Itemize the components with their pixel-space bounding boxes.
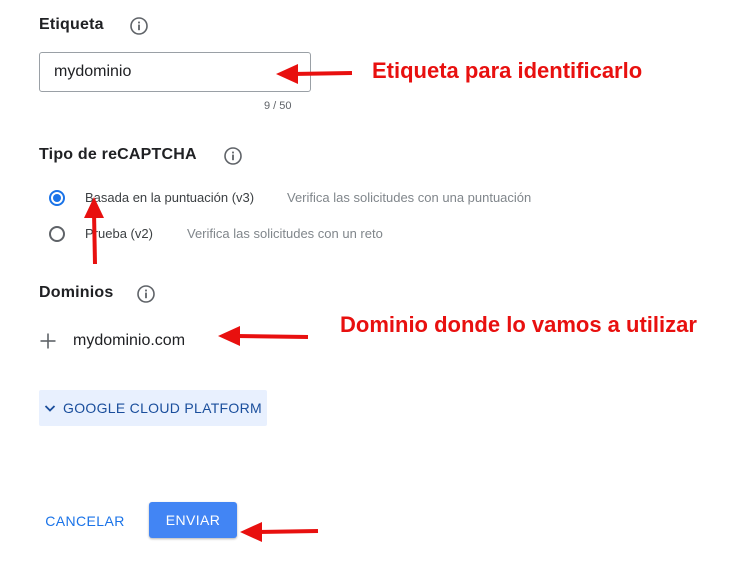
annotation-arrows: [84, 64, 353, 542]
